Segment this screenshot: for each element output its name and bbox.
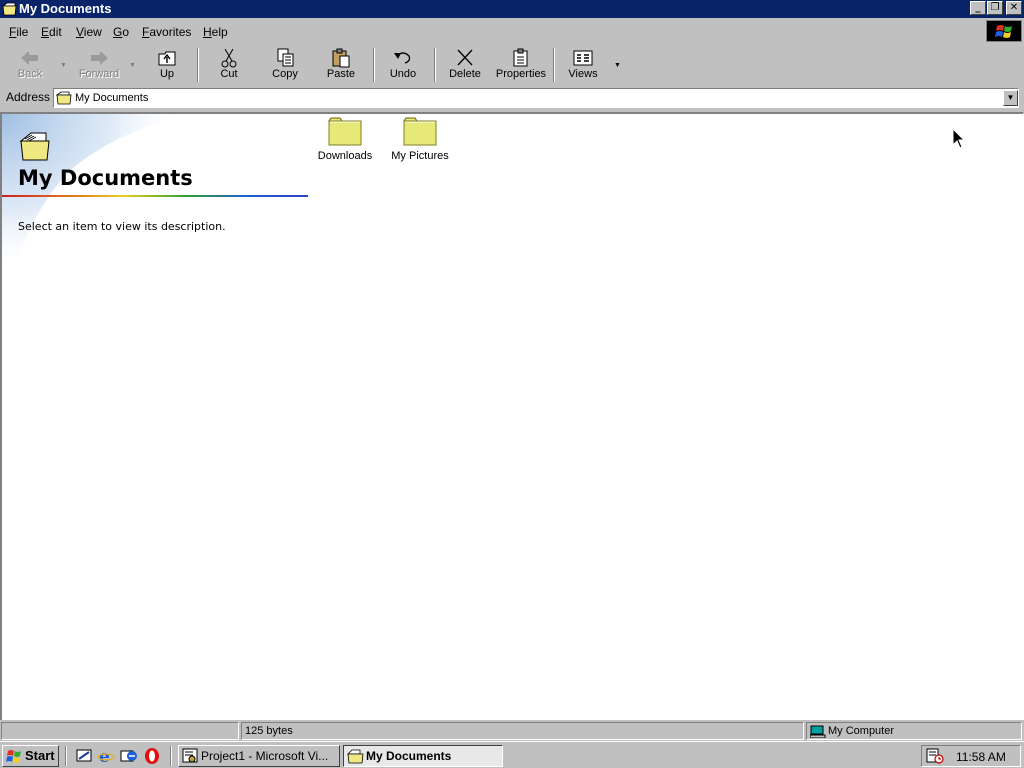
menu-edit[interactable]: Edit (41, 25, 62, 39)
minimize-button[interactable]: _ (970, 1, 986, 15)
internet-explorer-icon[interactable]: e (97, 747, 115, 765)
clock[interactable]: 11:58 AM (956, 750, 1006, 764)
address-value: My Documents (75, 92, 149, 104)
webview-title: My Documents (18, 166, 193, 190)
system-tray: 11:58 AM (921, 745, 1021, 767)
show-desktop-icon[interactable] (75, 747, 93, 765)
menu-go[interactable]: Go (113, 25, 129, 39)
undo-icon (394, 52, 411, 64)
window-title: My Documents (19, 1, 112, 16)
status-panel-size: 125 bytes (241, 722, 804, 740)
close-button[interactable]: ✕ (1006, 1, 1022, 15)
taskbar: Start e Project1 - Microsoft Vi... My Do… (0, 741, 1024, 768)
standard-toolbar: Back ▼ Forward ▼ Up Cut Copy Paste Undo … (0, 44, 1024, 86)
toolbar-separator (553, 48, 555, 82)
undo-button[interactable]: Undo (382, 46, 424, 84)
folder-icon (2, 2, 17, 16)
webview-description: Select an item to view its description. (18, 220, 226, 233)
paste-button[interactable]: Paste (318, 46, 364, 84)
copy-button[interactable]: Copy (262, 46, 308, 84)
forward-button[interactable]: Forward (72, 46, 126, 84)
menu-favorites[interactable]: Favorites (142, 25, 191, 39)
toolbar-separator (434, 48, 436, 82)
task-button-project1[interactable]: Project1 - Microsoft Vi... (178, 745, 340, 767)
start-button[interactable]: Start (2, 745, 59, 767)
menu-help[interactable]: Help (203, 25, 228, 39)
address-input[interactable]: My Documents ▼ (53, 88, 1019, 108)
folder-label: Downloads (317, 150, 373, 162)
status-panel-zone: My Computer (806, 722, 1022, 740)
forward-dropdown-icon[interactable]: ▼ (129, 62, 136, 69)
folder-view[interactable]: My Documents Select an item to view its … (0, 112, 1024, 720)
restore-icon: ❐ (990, 2, 1000, 13)
mouse-cursor-icon (952, 128, 966, 149)
views-icon (573, 50, 593, 66)
folder-item-downloads[interactable]: Downloads (308, 116, 382, 162)
menu-view[interactable]: View (76, 25, 102, 39)
taskbar-separator (65, 746, 67, 766)
menu-bar: File Edit View Go Favorites Help (0, 20, 1024, 42)
task-label: My Documents (366, 749, 452, 763)
address-dropdown-button[interactable]: ▼ (1003, 90, 1018, 106)
windows-logo-icon (6, 750, 21, 763)
visual-basic-icon (182, 748, 198, 763)
clipboard-icon (332, 48, 350, 68)
folder-label: My Pictures (391, 150, 449, 162)
delete-button[interactable]: Delete (443, 46, 487, 84)
scissors-icon (221, 48, 237, 68)
forward-arrow-icon (91, 51, 108, 65)
close-icon: ✕ (1009, 2, 1019, 13)
views-button[interactable]: Views (562, 46, 604, 84)
up-folder-icon (158, 51, 176, 66)
folder-icon (403, 117, 437, 146)
properties-button[interactable]: Properties (492, 46, 550, 84)
back-arrow-icon (21, 51, 38, 65)
minimize-icon: _ (975, 2, 981, 13)
opera-icon[interactable] (143, 747, 161, 765)
back-dropdown-icon[interactable]: ▼ (60, 62, 67, 69)
address-label: Address (6, 90, 51, 104)
title-bar[interactable]: My Documents _ ❐ ✕ (0, 0, 1024, 18)
folder-icon (347, 749, 364, 764)
chevron-down-icon: ▼ (1006, 93, 1015, 102)
scheduler-icon[interactable] (926, 748, 944, 764)
views-dropdown-icon[interactable]: ▼ (614, 62, 621, 69)
toolbar-separator (197, 48, 199, 82)
folder-item-my-pictures[interactable]: My Pictures (383, 116, 457, 162)
task-label: Project1 - Microsoft Vi... (201, 749, 329, 763)
outlook-express-icon[interactable] (120, 747, 138, 765)
copy-icon (277, 48, 294, 67)
my-computer-icon (810, 725, 826, 738)
start-label: Start (25, 748, 55, 763)
status-bar: 125 bytes My Computer (0, 721, 1024, 741)
my-documents-folder-icon (19, 132, 50, 161)
folder-icon (328, 117, 362, 146)
status-panel-message (1, 722, 239, 740)
back-button[interactable]: Back (6, 46, 54, 84)
toolbar-separator (373, 48, 375, 82)
properties-icon (513, 48, 528, 67)
up-button[interactable]: Up (146, 46, 188, 84)
webview-divider (2, 195, 308, 197)
delete-x-icon (457, 49, 473, 66)
folder-icon (56, 91, 72, 105)
menu-file[interactable]: File (9, 25, 28, 39)
cut-button[interactable]: Cut (208, 46, 250, 84)
restore-button[interactable]: ❐ (987, 1, 1003, 15)
task-button-my-documents[interactable]: My Documents (343, 745, 503, 767)
windows-logo-icon (986, 20, 1022, 42)
svg-text:e: e (99, 747, 110, 765)
taskbar-separator (170, 746, 172, 766)
